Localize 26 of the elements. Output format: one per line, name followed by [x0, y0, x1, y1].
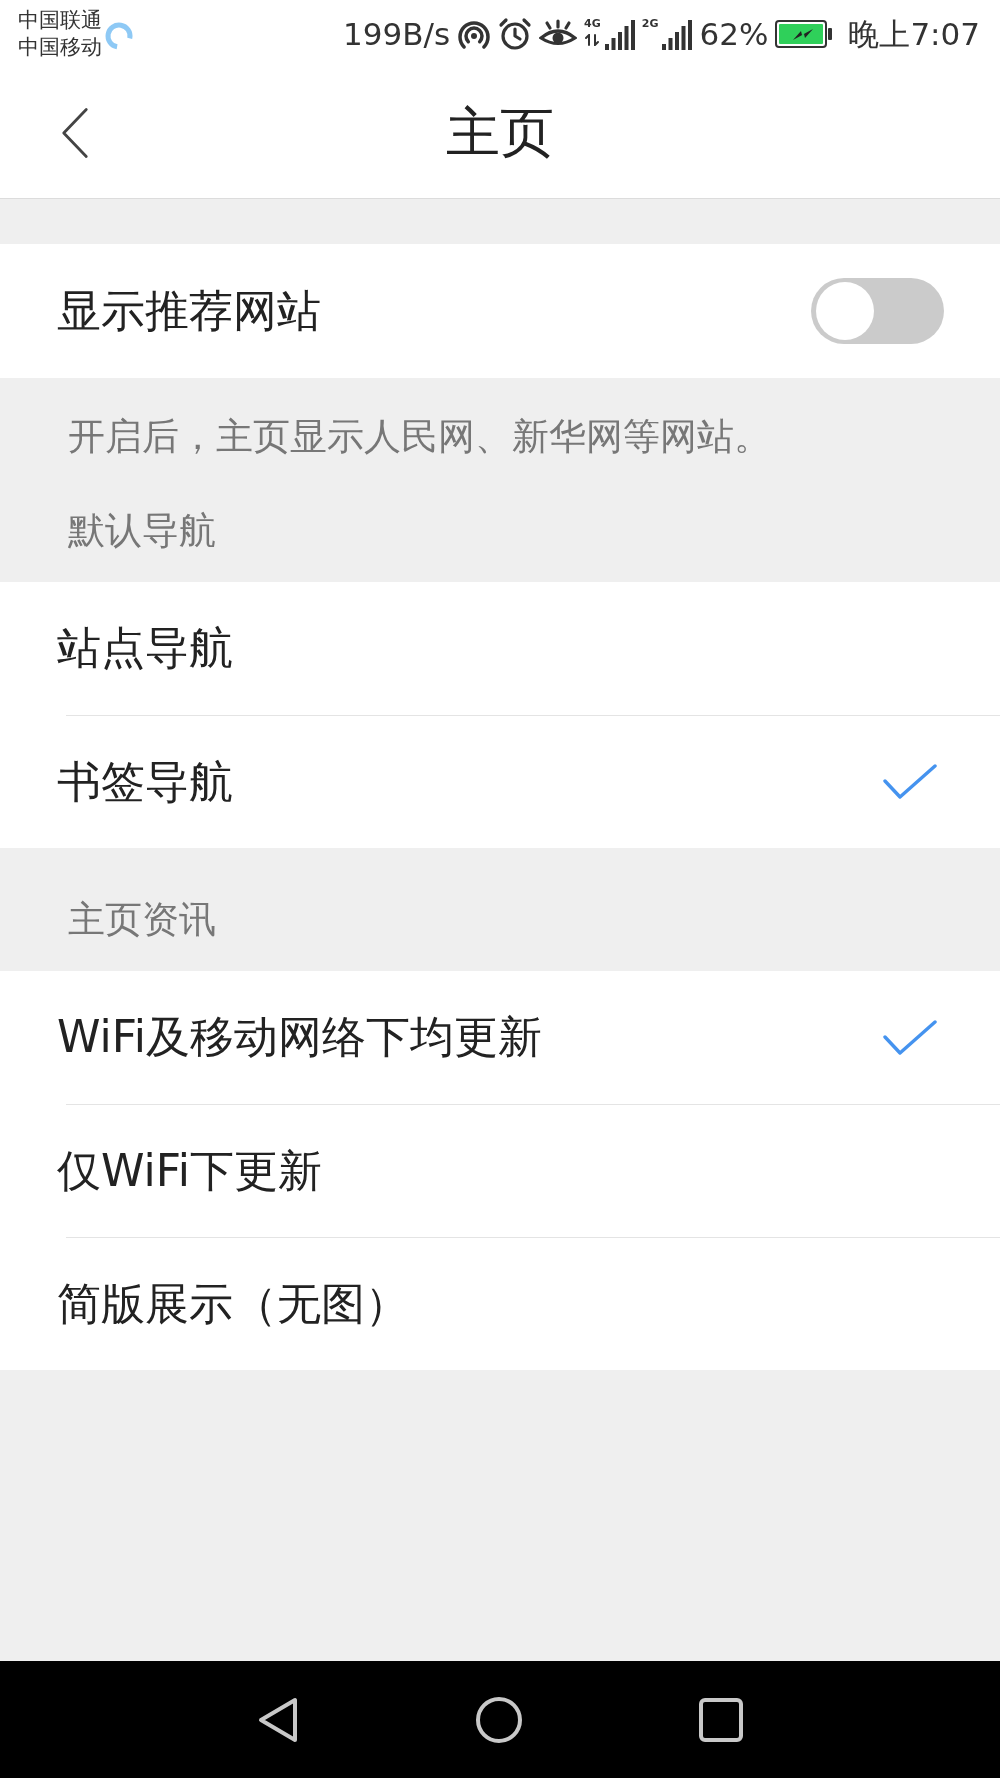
- battery-percent: 62%: [699, 15, 769, 54]
- carrier-name: 中国联通: [18, 7, 102, 34]
- network-type-label: 4G: [584, 17, 601, 31]
- home-circle-icon: [475, 1695, 523, 1744]
- loading-ring-icon: [104, 21, 134, 51]
- network-speed: 199B/s: [343, 15, 451, 54]
- battery-icon: [775, 20, 834, 48]
- signal-bars-icon: [662, 18, 693, 50]
- section-header: 主页资讯: [67, 897, 217, 943]
- back-triangle-icon: [257, 1695, 299, 1744]
- back-chevron-icon: [60, 107, 90, 159]
- back-button[interactable]: [60, 107, 90, 159]
- recent-apps-button[interactable]: [699, 1697, 743, 1742]
- clock-time: 晚上7:07: [848, 15, 980, 54]
- signal-bars-icon: [604, 18, 635, 50]
- network-type-label: 2G: [641, 17, 659, 31]
- back-nav-button[interactable]: [257, 1695, 299, 1744]
- hotspot-icon: [457, 18, 492, 50]
- square-icon: [699, 1697, 743, 1742]
- setting-label: 显示推荐网站: [57, 283, 321, 338]
- alarm-clock-icon: [498, 17, 533, 51]
- setting-description: 开启后，主页显示人民网、新华网等网站。: [67, 414, 772, 459]
- page-title: 主页: [446, 99, 554, 166]
- carrier-name: 中国移动: [18, 34, 102, 61]
- home-button[interactable]: [475, 1695, 523, 1744]
- section-header: 默认导航: [67, 508, 217, 554]
